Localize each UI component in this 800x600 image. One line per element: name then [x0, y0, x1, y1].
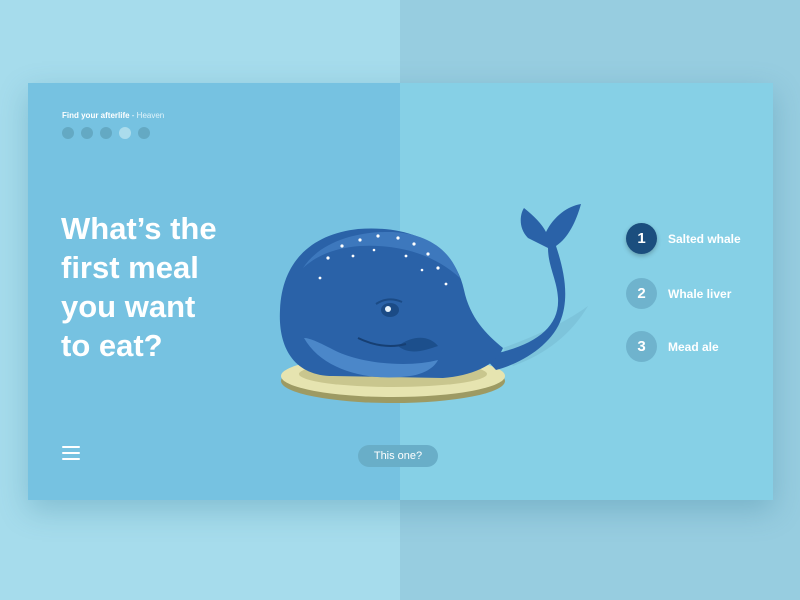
question-line: What’s the	[61, 211, 217, 246]
progress-dots	[62, 127, 150, 139]
menu-bar	[62, 458, 80, 460]
whale-on-plate-illustration	[279, 204, 588, 403]
option-label: Whale liver	[668, 286, 732, 301]
option-label: Mead ale	[668, 339, 719, 354]
confirm-choice-button[interactable]: This one?	[358, 445, 438, 467]
question-line: to eat?	[61, 328, 163, 363]
option-salted-whale[interactable]: 1 Salted whale	[626, 223, 741, 254]
option-number-badge: 3	[626, 331, 657, 362]
app-title: Find your afterlife	[62, 111, 130, 120]
question-heading: What’s the first meal you want to eat?	[61, 209, 291, 365]
app-subtitle: Heaven	[136, 111, 165, 120]
progress-dot-2	[81, 127, 93, 139]
progress-dot-current	[119, 127, 131, 139]
question-line: first meal	[61, 250, 199, 285]
progress-dot-3	[100, 127, 112, 139]
option-mead-ale[interactable]: 3 Mead ale	[626, 331, 719, 362]
question-card: Find your afterlife - Heaven What’s the …	[28, 83, 773, 500]
menu-bar	[62, 452, 80, 454]
whale-eye-shine	[385, 306, 391, 312]
breadcrumb-separator: -	[129, 111, 137, 120]
option-number-badge: 1	[626, 223, 657, 254]
option-label: Salted whale	[668, 231, 741, 246]
question-line: you want	[61, 289, 196, 324]
progress-dot-5	[138, 127, 150, 139]
option-whale-liver[interactable]: 2 Whale liver	[626, 278, 731, 309]
breadcrumb: Find your afterlife - Heaven	[62, 111, 164, 120]
progress-dot-1	[62, 127, 74, 139]
menu-bar	[62, 446, 80, 448]
option-number-badge: 2	[626, 278, 657, 309]
hamburger-menu-icon[interactable]	[62, 446, 80, 460]
